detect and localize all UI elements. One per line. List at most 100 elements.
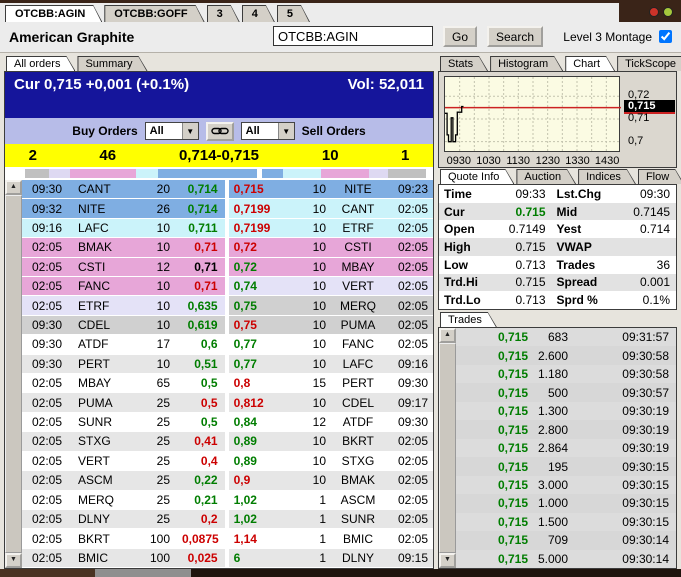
quote-value: 0.713 bbox=[515, 257, 546, 272]
tab-histogram[interactable]: Histogram bbox=[490, 56, 563, 71]
search-button[interactable]: Search bbox=[487, 26, 543, 47]
trade-row[interactable]: 0,715 1.000 09:30:15 bbox=[456, 494, 676, 513]
ask-size: 10 bbox=[312, 259, 326, 274]
trade-row[interactable]: 0,715 2.600 09:30:58 bbox=[456, 346, 676, 365]
tab-indices[interactable]: Indices bbox=[578, 169, 636, 184]
ask-side: 0,9 10 BMAK 02:05 bbox=[228, 471, 433, 490]
tab-quote-info[interactable]: Quote Info bbox=[440, 169, 514, 184]
book-row[interactable]: 09:30 CANT 20 0,714 0,715 10 NITE 09:23 bbox=[22, 180, 433, 200]
book-row[interactable]: 09:30 CDEL 10 0,619 0,75 10 PUMA 02:05 bbox=[22, 315, 433, 336]
trade-size: 195 bbox=[547, 459, 568, 474]
ask-time: 02:05 bbox=[397, 453, 428, 468]
symbol-header: American Graphite Go Search Level 3 Mont… bbox=[0, 22, 681, 53]
ask-mm: CDEL bbox=[341, 395, 374, 410]
book-row[interactable]: 02:05 BMIC 100 0,025 6 1 DLNY 09:15 bbox=[22, 548, 433, 568]
tab-auction[interactable]: Auction bbox=[516, 169, 576, 184]
book-row[interactable]: 02:05 BMAK 10 0,71 0,72 10 CSTI 02:05 bbox=[22, 238, 433, 258]
chart-tab-bar: Stats Histogram Chart TickScope bbox=[440, 56, 677, 71]
ask-price: 0,7199 bbox=[233, 201, 271, 216]
scroll-down-icon[interactable]: ▼ bbox=[5, 553, 22, 568]
scroll-up-icon[interactable]: ▲ bbox=[439, 328, 456, 343]
sell-filter-select[interactable]: All ▼ bbox=[240, 122, 295, 140]
quote-label: Spread bbox=[556, 275, 598, 290]
order-book-scrollbar[interactable]: ▲ ▼ bbox=[5, 180, 22, 568]
tab-trades[interactable]: Trades bbox=[440, 312, 497, 327]
tab-stats[interactable]: Stats bbox=[440, 56, 488, 71]
bid-side: 02:05 BMIC 100 0,025 bbox=[22, 548, 225, 568]
scrollbar-thumb[interactable] bbox=[439, 343, 456, 553]
chart-y-axis: 0,72 0,715 0,71 0,7 bbox=[624, 76, 675, 152]
book-row[interactable]: 02:05 MERQ 25 0,21 1,02 1 ASCM 02:05 bbox=[22, 490, 433, 510]
tab-chart[interactable]: Chart bbox=[565, 56, 615, 71]
trade-row[interactable]: 0,715 2.864 09:30:19 bbox=[456, 439, 676, 457]
trade-row[interactable]: 0,715 500 09:30:57 bbox=[456, 383, 676, 402]
ask-time: 02:05 bbox=[397, 279, 428, 294]
trade-row[interactable]: 0,715 709 09:30:14 bbox=[456, 531, 676, 550]
ask-size: 12 bbox=[312, 415, 326, 430]
bid-size: 25 bbox=[156, 473, 170, 488]
book-row[interactable]: 02:05 ETRF 10 0,635 0,75 10 MERQ 02:05 bbox=[22, 296, 433, 316]
trade-row[interactable]: 0,715 5.000 09:30:14 bbox=[456, 550, 676, 568]
app-tab-otcbb-goff[interactable]: OTCBB:GOFF bbox=[104, 5, 204, 22]
trade-row[interactable]: 0,715 195 09:30:15 bbox=[456, 457, 676, 476]
link-filters-button[interactable] bbox=[205, 121, 234, 141]
bid-price: 0,714 bbox=[187, 182, 218, 197]
quote-label: Mid bbox=[556, 204, 578, 219]
buy-filter-select[interactable]: All ▼ bbox=[144, 122, 199, 140]
book-row[interactable]: 02:05 PUMA 25 0,5 0,812 10 CDEL 09:17 bbox=[22, 393, 433, 413]
book-row[interactable]: 02:05 SUNR 25 0,5 0,84 12 ATDF 09:30 bbox=[22, 412, 433, 433]
book-row[interactable]: 02:05 MBAY 65 0,5 0,8 15 PERT 09:30 bbox=[22, 374, 433, 394]
book-row[interactable]: 02:05 CSTI 12 0,71 0,72 10 MBAY 02:05 bbox=[22, 257, 433, 278]
book-row[interactable]: 09:30 PERT 10 0,51 0,77 10 LAFC 09:16 bbox=[22, 354, 433, 375]
bid-price: 0,0875 bbox=[182, 531, 219, 546]
tab-flow[interactable]: Flow bbox=[638, 169, 681, 184]
trade-row[interactable]: 0,715 1.180 09:30:58 bbox=[456, 365, 676, 383]
chevron-down-icon[interactable]: ▼ bbox=[181, 123, 198, 139]
chevron-down-icon[interactable]: ▼ bbox=[277, 123, 294, 139]
app-tab-otcbb-agin[interactable]: OTCBB:AGIN bbox=[5, 5, 102, 22]
window-titlebar: OTCBB:AGIN OTCBB:GOFF 3 4 5 bbox=[0, 0, 681, 24]
trade-row[interactable]: 0,715 1.300 09:30:19 bbox=[456, 402, 676, 420]
ask-depth-bar bbox=[262, 169, 426, 178]
trades-scrollbar[interactable]: ▲ ▼ bbox=[439, 328, 456, 568]
book-row[interactable]: 09:16 LAFC 10 0,711 0,7199 10 ETRF 02:05 bbox=[22, 218, 433, 239]
app-tab-5[interactable]: 5 bbox=[277, 5, 310, 22]
book-row[interactable]: 02:05 STXG 25 0,41 0,89 10 BKRT 02:05 bbox=[22, 432, 433, 452]
book-row[interactable]: 02:05 FANC 10 0,71 0,74 10 VERT 02:05 bbox=[22, 277, 433, 297]
montage-checkbox[interactable] bbox=[659, 30, 672, 43]
book-row[interactable]: 02:05 VERT 25 0,4 0,89 10 STXG 02:05 bbox=[22, 451, 433, 472]
bid-price: 0,2 bbox=[200, 512, 218, 527]
bottom-bar-segment bbox=[95, 569, 191, 577]
trade-price: 0,715 bbox=[497, 514, 528, 529]
window-dot-red-icon[interactable] bbox=[649, 7, 659, 17]
trade-row[interactable]: 0,715 1.500 09:30:15 bbox=[456, 513, 676, 531]
book-row[interactable]: 09:32 NITE 26 0,714 0,7199 10 CANT 02:05 bbox=[22, 199, 433, 219]
ask-price: 0,89 bbox=[233, 453, 257, 468]
app-tab-4[interactable]: 4 bbox=[242, 5, 275, 22]
tab-all-orders[interactable]: All orders bbox=[6, 56, 75, 71]
quote-label: VWAP bbox=[556, 240, 592, 255]
book-row[interactable]: 02:05 ASCM 25 0,22 0,9 10 BMAK 02:05 bbox=[22, 471, 433, 491]
ask-mm: BKRT bbox=[342, 434, 374, 449]
trade-size: 683 bbox=[547, 330, 568, 345]
tab-summary[interactable]: Summary bbox=[77, 56, 147, 71]
symbol-input[interactable] bbox=[273, 26, 433, 46]
book-row[interactable]: 02:05 DLNY 25 0,2 1,02 1 SUNR 02:05 bbox=[22, 509, 433, 530]
scroll-up-icon[interactable]: ▲ bbox=[5, 180, 22, 195]
scroll-down-icon[interactable]: ▼ bbox=[439, 553, 456, 568]
go-button[interactable]: Go bbox=[443, 26, 477, 47]
scrollbar-thumb[interactable] bbox=[5, 195, 22, 553]
ask-mm: ASCM bbox=[340, 492, 376, 507]
book-row[interactable]: 09:30 ATDF 17 0,6 0,77 10 FANC 02:05 bbox=[22, 335, 433, 355]
tab-tickscope[interactable]: TickScope bbox=[617, 56, 681, 71]
trade-row[interactable]: 0,715 683 09:31:57 bbox=[456, 328, 676, 346]
trade-row[interactable]: 0,715 3.000 09:30:15 bbox=[456, 476, 676, 494]
app-tab-3[interactable]: 3 bbox=[207, 5, 240, 22]
ask-time: 02:05 bbox=[397, 473, 428, 488]
window-dot-green-icon[interactable] bbox=[663, 7, 673, 17]
bottom-edge-bar bbox=[0, 569, 681, 577]
book-row[interactable]: 02:05 BKRT 100 0,0875 1,14 1 BMIC 02:05 bbox=[22, 529, 433, 549]
trade-row[interactable]: 0,715 2.800 09:30:19 bbox=[456, 420, 676, 439]
quote-label: Trd.Hi bbox=[444, 275, 479, 290]
bid-mm: STXG bbox=[78, 434, 111, 449]
